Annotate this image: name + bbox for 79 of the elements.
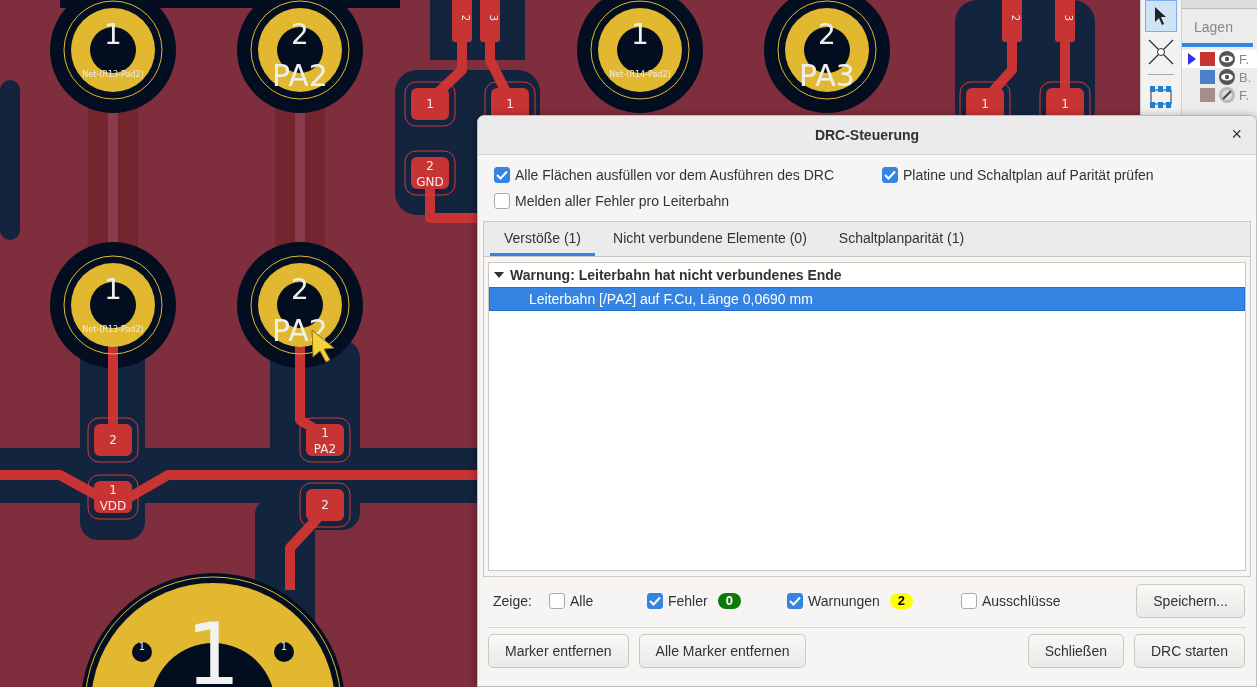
tree-group[interactable]: Warnung: Leiterbahn hat nicht verbundenes Ende bbox=[489, 263, 1245, 287]
pad-number: 1 bbox=[506, 97, 514, 111]
layer-name: F. bbox=[1239, 51, 1250, 67]
pad bbox=[1002, 0, 1022, 42]
net-label: VDD bbox=[99, 499, 127, 513]
tab[interactable]: Verstöße (1) bbox=[490, 222, 596, 256]
net-label: Net-(R13-Pad2) bbox=[82, 325, 144, 334]
pad-number: 1 bbox=[109, 483, 117, 497]
tool-button[interactable] bbox=[1145, 0, 1177, 32]
pad bbox=[299, 417, 351, 463]
pad-number: 3 bbox=[1063, 14, 1074, 22]
close-button[interactable]: × bbox=[1227, 124, 1246, 145]
pad bbox=[404, 150, 456, 196]
eye-icon[interactable] bbox=[1219, 51, 1235, 67]
net-label: PA2 bbox=[272, 58, 328, 93]
option-checkbox[interactable]: Platine und Schaltplan auf Parität prüfen bbox=[882, 167, 1251, 183]
tree-item[interactable]: Leiterbahn [/PA2] auf F.Cu, Länge 0,0690 mm bbox=[489, 287, 1245, 311]
pad-number: 1 bbox=[280, 641, 288, 652]
remove-markers-button[interactable]: Marker entfernen bbox=[488, 634, 629, 668]
layer-row[interactable]: F. bbox=[1182, 50, 1257, 68]
pad-number: 2 bbox=[426, 159, 434, 173]
pad-number: 2 bbox=[109, 433, 117, 447]
drill-hole bbox=[274, 642, 294, 662]
pad bbox=[87, 417, 139, 463]
checkmark-icon bbox=[884, 170, 896, 180]
net-label: GND bbox=[416, 175, 444, 189]
filter-checkbox[interactable]: Ausschlüsse bbox=[961, 593, 1061, 609]
pad-number: 2 bbox=[818, 18, 836, 51]
pad-number: 1 bbox=[321, 426, 329, 440]
net-label: PA2 bbox=[313, 442, 337, 456]
pad-number: 1 bbox=[981, 97, 989, 111]
option-checkbox[interactable]: Melden aller Fehler pro Leiterbahn bbox=[494, 193, 882, 209]
pad bbox=[452, 0, 472, 42]
hidden-icon[interactable] bbox=[1219, 87, 1235, 103]
pad-number: 1 bbox=[426, 97, 434, 111]
dialog-button[interactable]: DRC starten bbox=[1133, 634, 1245, 668]
net-label: PA3 bbox=[799, 58, 855, 93]
tab[interactable]: Schaltplanparität (1) bbox=[824, 222, 979, 256]
filter-checkbox[interactable]: Fehler bbox=[647, 593, 708, 609]
dialog-button[interactable]: Schließen bbox=[1027, 634, 1124, 668]
filter-label: Zeige: bbox=[493, 593, 533, 609]
pad-number: 1 bbox=[104, 18, 122, 51]
pad bbox=[87, 474, 139, 520]
pad-number: 1 bbox=[1061, 97, 1069, 111]
layer-name: F. bbox=[1239, 87, 1250, 103]
option-checkbox[interactable]: Alle Flächen ausfüllen vor dem Ausführen des DRC bbox=[494, 167, 882, 183]
current-layer-icon bbox=[1188, 53, 1196, 65]
pad bbox=[299, 482, 351, 528]
count-badge: 2 bbox=[889, 593, 914, 609]
cross-icon bbox=[1148, 39, 1174, 65]
pad-number: 2 bbox=[321, 498, 329, 512]
pad-number: 2 bbox=[1010, 14, 1021, 22]
expander-icon bbox=[494, 270, 504, 280]
remove-markers-button[interactable]: Alle Marker entfernen bbox=[638, 634, 807, 668]
checkmark-icon bbox=[496, 170, 508, 180]
pad-number: 1 bbox=[104, 273, 122, 306]
pad-number: 2 bbox=[291, 273, 309, 306]
pad bbox=[480, 0, 500, 42]
pad bbox=[404, 81, 456, 127]
tab[interactable]: Nicht verbundene Elemente (0) bbox=[599, 222, 821, 256]
pad bbox=[1055, 0, 1075, 42]
net-label: Net-(R13-Pad2) bbox=[82, 70, 144, 79]
footprint-icon bbox=[1148, 85, 1174, 109]
pad-number: 2 bbox=[291, 18, 309, 51]
window-title: DRC-Steuerung bbox=[814, 127, 920, 143]
layer-name: B. bbox=[1239, 69, 1252, 85]
checkmark-icon bbox=[649, 596, 661, 606]
save-button[interactable]: Speichern... bbox=[1136, 584, 1245, 618]
pad-number: 1 bbox=[138, 641, 146, 652]
pad-number: 3 bbox=[488, 14, 499, 22]
drill-hole bbox=[132, 642, 152, 662]
pad-number: 2 bbox=[460, 14, 471, 22]
filter-checkbox[interactable]: Alle bbox=[549, 593, 594, 609]
eye-icon[interactable] bbox=[1219, 69, 1235, 85]
checkmark-icon bbox=[789, 596, 801, 606]
filter-checkbox[interactable]: Warnungen bbox=[787, 593, 880, 609]
net-label: Net-(R14-Pad2) bbox=[609, 70, 671, 79]
count-badge: 0 bbox=[717, 593, 741, 609]
pad-number: 1 bbox=[631, 18, 649, 51]
